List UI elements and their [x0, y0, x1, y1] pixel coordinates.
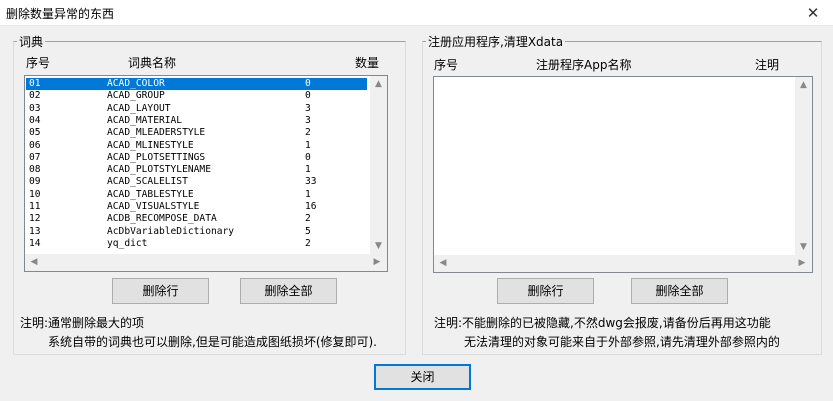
list-item-index: 14 [29, 237, 41, 249]
list-item-name: ACAD_GROUP [107, 90, 165, 102]
title-bar: 删除数量异常的东西 ✕ [0, 0, 833, 26]
dictionary-note-line2: 系统自带的词典也可以删除,但是可能造成图纸损坏(修复即可). [48, 335, 377, 349]
list-item-count: 1 [305, 188, 311, 200]
list-item-index: 12 [29, 213, 41, 225]
regapp-note-line2: 无法清理的对象可能来自于外部参照,请先清理外部参照内的 [464, 335, 780, 349]
list-item-name: ACAD_PLOTSTYLENAME [107, 164, 211, 176]
list-item[interactable]: 08 ACAD_PLOTSTYLENAME 1 [26, 164, 367, 176]
list-item-name: AcDbVariableDictionary [107, 225, 235, 237]
list-item-count: 0 [305, 90, 311, 102]
close-button[interactable]: 关闭 [374, 364, 471, 390]
regapp-horizontal-scrollbar[interactable]: ◀ ▶ [434, 255, 812, 272]
regapp-delete-row-button[interactable]: 删除行 [497, 278, 594, 304]
regapp-note-line1: 注明:不能删除的已被隐藏,不然dwg会报废,请备份后再用这功能 [434, 316, 771, 330]
list-item-index: 04 [29, 114, 41, 126]
list-item[interactable]: 02 ACAD_GROUP 0 [26, 90, 367, 102]
list-item-name: ACAD_MLINESTYLE [107, 139, 194, 151]
regapp-scroll-left-icon[interactable]: ◀ [436, 256, 450, 271]
list-item-name: ACAD_COLOR [107, 78, 165, 89]
list-item[interactable]: 10 ACAD_TABLESTYLE 1 [26, 189, 367, 201]
list-item[interactable]: 13 AcDbVariableDictionary 5 [26, 226, 367, 238]
regapp-vertical-scrollbar[interactable]: ▲ ▼ [795, 77, 812, 255]
list-item-name: ACAD_SCALELIST [107, 176, 188, 188]
horizontal-scrollbar[interactable]: ◀ ▶ [25, 254, 387, 271]
list-item-index: 05 [29, 127, 41, 139]
scroll-left-icon[interactable]: ◀ [27, 255, 41, 270]
column-header-regapp-name: 注册程序App名称 [536, 58, 632, 72]
list-item-count: 2 [305, 127, 311, 139]
delete-all-button[interactable]: 删除全部 [240, 278, 337, 304]
list-item[interactable]: 09 ACAD_SCALELIST 33 [26, 176, 367, 188]
list-item-name: ACAD_PLOTSETTINGS [107, 151, 206, 163]
list-item-index: 01 [29, 78, 41, 89]
column-header-count: 数量 [355, 56, 380, 70]
list-item-count: 5 [305, 225, 311, 237]
list-item-index: 03 [29, 102, 41, 114]
list-item[interactable]: 01 ACAD_COLOR 0 [26, 78, 367, 90]
list-item-count: 33 [305, 176, 317, 188]
list-item-count: 2 [305, 213, 311, 225]
list-item[interactable]: 04 ACAD_MATERIAL 3 [26, 115, 367, 127]
list-item[interactable]: 11 ACAD_VISUALSTYLE 16 [26, 201, 367, 213]
list-item-name: ACAD_TABLESTYLE [107, 188, 194, 200]
regapp-scroll-right-icon[interactable]: ▶ [795, 256, 809, 271]
list-item[interactable]: 14 yq_dict 2 [26, 238, 367, 250]
list-item-name: ACAD_VISUALSTYLE [107, 201, 200, 212]
column-header-dictionary-name: 词典名称 [128, 56, 177, 70]
regapp-list[interactable]: ▲ ▼ ◀ ▶ [433, 76, 813, 273]
list-item[interactable]: 06 ACAD_MLINESTYLE 1 [26, 140, 367, 152]
list-item[interactable]: 12 ACDB_RECOMPOSE_DATA 2 [26, 213, 367, 225]
list-item-count: 0 [305, 151, 311, 163]
list-item-count: 0 [305, 78, 311, 89]
list-item-index: 02 [29, 90, 41, 102]
list-item[interactable]: 03 ACAD_LAYOUT 3 [26, 103, 367, 115]
list-item-count: 3 [305, 102, 311, 114]
dictionary-note-line1: 注明:通常删除最大的项 [20, 316, 145, 330]
dictionary-group-label: 词典 [17, 33, 46, 50]
regapp-scroll-up-icon[interactable]: ▲ [795, 78, 812, 92]
dictionary-list[interactable]: 01 ACAD_COLOR 0 02 ACAD_GROUP 0 03 ACAD_LAYOUT 3… [24, 75, 388, 272]
column-header-regapp-note: 注明 [755, 58, 780, 72]
list-item-index: 10 [29, 188, 41, 200]
vertical-scrollbar[interactable]: ▲ ▼ [370, 76, 387, 254]
list-item-index: 11 [29, 201, 41, 212]
close-icon[interactable]: ✕ [800, 2, 826, 24]
list-item-name: ACDB_RECOMPOSE_DATA [107, 213, 217, 225]
list-item-index: 08 [29, 164, 41, 176]
list-item-name: ACAD_MATERIAL [107, 114, 183, 126]
list-item-count: 3 [305, 114, 311, 126]
list-item-count: 1 [305, 164, 311, 176]
list-item[interactable]: 07 ACAD_PLOTSETTINGS 0 [26, 152, 367, 164]
regapp-scroll-down-icon[interactable]: ▼ [795, 240, 812, 254]
column-header-index: 序号 [26, 56, 51, 70]
list-item-count: 2 [305, 237, 311, 249]
list-item-name: ACAD_MLEADERSTYLE [107, 127, 206, 139]
scroll-down-icon[interactable]: ▼ [370, 239, 387, 253]
list-item-index: 07 [29, 151, 41, 163]
list-item-index: 06 [29, 139, 41, 151]
list-item-index: 13 [29, 225, 41, 237]
dictionary-rows: 01 ACAD_COLOR 0 02 ACAD_GROUP 0 03 ACAD_LAYOUT 3… [25, 78, 385, 250]
scroll-right-icon[interactable]: ▶ [370, 255, 384, 270]
delete-row-button[interactable]: 删除行 [112, 278, 209, 304]
list-item-name: ACAD_LAYOUT [107, 102, 171, 114]
list-item[interactable]: 05 ACAD_MLEADERSTYLE 2 [26, 127, 367, 139]
regapp-group-label: 注册应用程序,清理Xdata [426, 33, 566, 50]
column-header-regapp-index: 序号 [434, 58, 459, 72]
list-item-count: 16 [305, 201, 317, 212]
list-item-count: 1 [305, 139, 311, 151]
scroll-up-icon[interactable]: ▲ [370, 77, 387, 91]
regapp-delete-all-button[interactable]: 删除全部 [631, 278, 728, 304]
list-item-index: 09 [29, 176, 41, 188]
window-title: 删除数量异常的东西 [6, 7, 115, 21]
list-item-name: yq_dict [107, 237, 148, 249]
